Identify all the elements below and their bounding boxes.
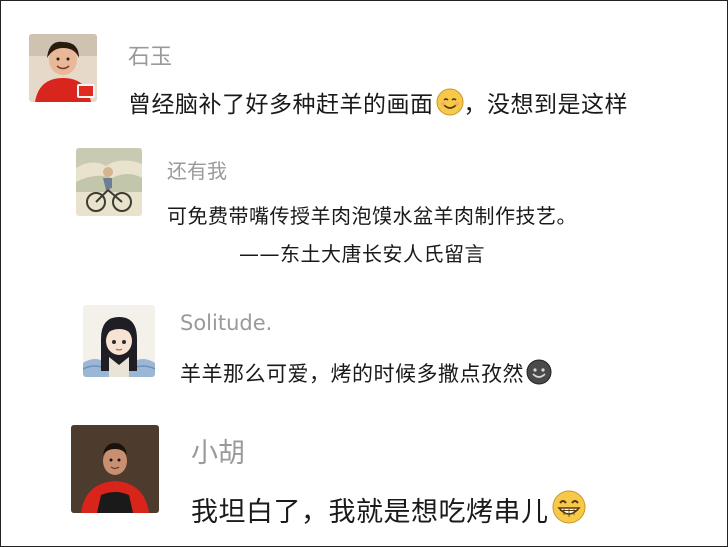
comment-text-part: 羊羊那么可爱，烤的时候多撒点孜然: [180, 362, 524, 386]
commenter-name[interactable]: 小胡: [191, 431, 245, 470]
smile-emoji-icon: [436, 88, 464, 122]
commenter-name[interactable]: Solitude.: [180, 311, 272, 335]
comment-text-part: 我坦白了，我就是想吃烤串儿: [191, 497, 549, 528]
dark-grin-emoji-icon: [526, 359, 552, 390]
comment-thread: 石玉 曾经脑补了好多种赶羊的画面 ，没想到是这样 还有我 可免费带嘴传授羊肉泡馍水…: [0, 0, 728, 547]
comment-text: 曾经脑补了好多种赶羊的画面 ，没想到是这样: [128, 85, 628, 122]
avatar[interactable]: [76, 148, 142, 216]
avatar[interactable]: [29, 34, 97, 102]
comment-text: 可免费带嘴传授羊肉泡馍水盆羊肉制作技艺。: [167, 204, 577, 228]
grin-emoji-icon: [551, 489, 587, 532]
comment-text: 我坦白了，我就是想吃烤串儿: [191, 489, 587, 532]
comment-text: 羊羊那么可爱，烤的时候多撒点孜然: [180, 358, 552, 390]
commenter-name[interactable]: 石玉: [128, 39, 172, 71]
commenter-name[interactable]: 还有我: [167, 155, 227, 184]
comment-text-part: ，没想到是这样: [463, 92, 628, 118]
comment-signature: ——东土大唐长安人氏留言: [239, 242, 485, 266]
avatar[interactable]: [71, 425, 159, 513]
avatar[interactable]: [83, 305, 155, 377]
comment-text-part: 曾经脑补了好多种赶羊的画面: [128, 92, 434, 118]
